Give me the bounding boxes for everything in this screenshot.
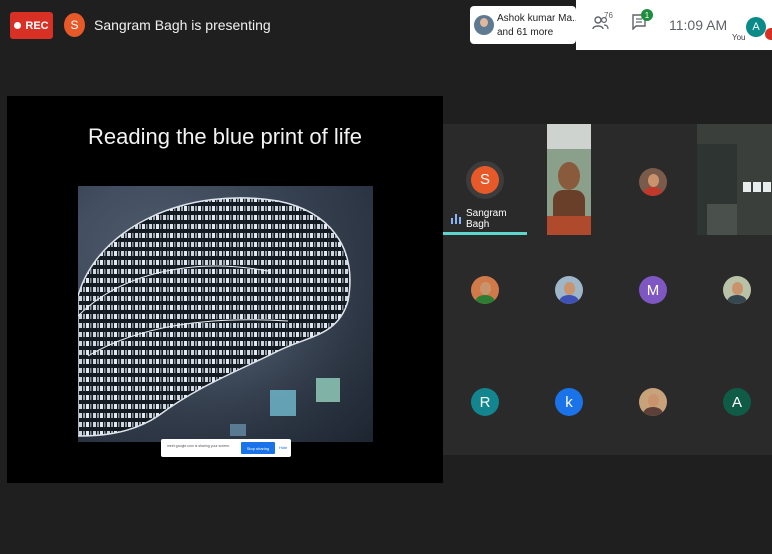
avatar-torso <box>727 295 747 304</box>
presenter-label: Sangram Bagh <box>451 208 527 230</box>
avatar <box>639 168 667 196</box>
screen-share-bar: meet.google.com is sharing your screen. … <box>161 439 291 457</box>
avatar: M <box>639 276 667 304</box>
speaking-indicator-icon <box>451 214 461 224</box>
participant-video-tile[interactable] <box>697 124 772 235</box>
avatar: S <box>471 165 499 194</box>
participant-tile[interactable] <box>705 260 769 320</box>
avatar: k <box>555 388 583 416</box>
recording-badge: REC <box>10 12 53 39</box>
avatar-torso <box>559 295 579 304</box>
share-notice: meet.google.com is sharing your screen. <box>167 444 231 448</box>
slide-title: Reading the blue print of life <box>88 124 362 149</box>
avatar-head <box>732 282 743 295</box>
participant-tile[interactable] <box>621 372 685 432</box>
stop-sharing-button[interactable]: Stop sharing <box>241 442 275 454</box>
speaking-highlight <box>443 232 527 235</box>
participant-tile[interactable]: R <box>453 372 517 432</box>
record-dot-icon <box>14 22 22 29</box>
avatar: A <box>723 388 751 416</box>
avatar <box>471 276 499 304</box>
avatar-head <box>648 394 659 407</box>
chip-more: and 61 more <box>497 27 554 38</box>
participant-grid: S Sangram Bagh M R k A <box>443 124 772 455</box>
participant-tile[interactable] <box>453 260 517 320</box>
presenting-status: Sangram Bagh is presenting <box>94 17 271 33</box>
participant-video <box>697 124 772 235</box>
participant-tile[interactable]: k <box>537 372 601 432</box>
shared-screen: Reading the blue print of life meet.goog… <box>7 96 443 483</box>
participants-chip[interactable]: Ashok kumar Ma... and 61 more <box>470 6 580 44</box>
meeting-clock: 11:09 AM <box>669 17 728 33</box>
dna-sculpture-image <box>78 186 373 442</box>
avatar-torso <box>643 187 663 196</box>
avatar <box>723 276 751 304</box>
avatar-head <box>648 174 659 187</box>
avatar-torso <box>475 295 495 304</box>
you-label: You <box>732 33 746 42</box>
chip-name: Ashok kumar Ma... <box>497 13 581 24</box>
dna-sculpture-art <box>78 186 373 442</box>
participant-video-tile[interactable] <box>547 124 591 235</box>
presenter-avatar: S <box>64 13 85 37</box>
avatar <box>555 276 583 304</box>
rec-label: REC <box>25 19 49 32</box>
participant-tile[interactable]: A <box>705 372 769 432</box>
participant-count: 76 <box>604 11 613 20</box>
avatar <box>474 15 494 35</box>
mic-status-icon <box>765 28 772 40</box>
participant-tile[interactable] <box>623 152 683 212</box>
presenter-name: Sangram Bagh <box>466 208 507 230</box>
avatar: R <box>471 388 499 416</box>
avatar-head <box>564 282 575 295</box>
participant-tile-presenter[interactable]: S Sangram Bagh <box>443 124 527 235</box>
participant-tile[interactable]: M <box>621 260 685 320</box>
avatar-torso <box>643 407 663 416</box>
chat-badge: 1 <box>641 9 653 21</box>
self-avatar[interactable]: A <box>746 17 766 37</box>
top-bar: REC S Sangram Bagh is presenting Ashok k… <box>0 0 772 50</box>
participant-video <box>547 124 591 235</box>
participant-tile[interactable] <box>537 260 601 320</box>
avatar <box>639 388 667 416</box>
presenter-ring: S <box>466 160 504 199</box>
hide-button[interactable]: Hide <box>279 445 287 450</box>
avatar-head <box>480 282 491 295</box>
